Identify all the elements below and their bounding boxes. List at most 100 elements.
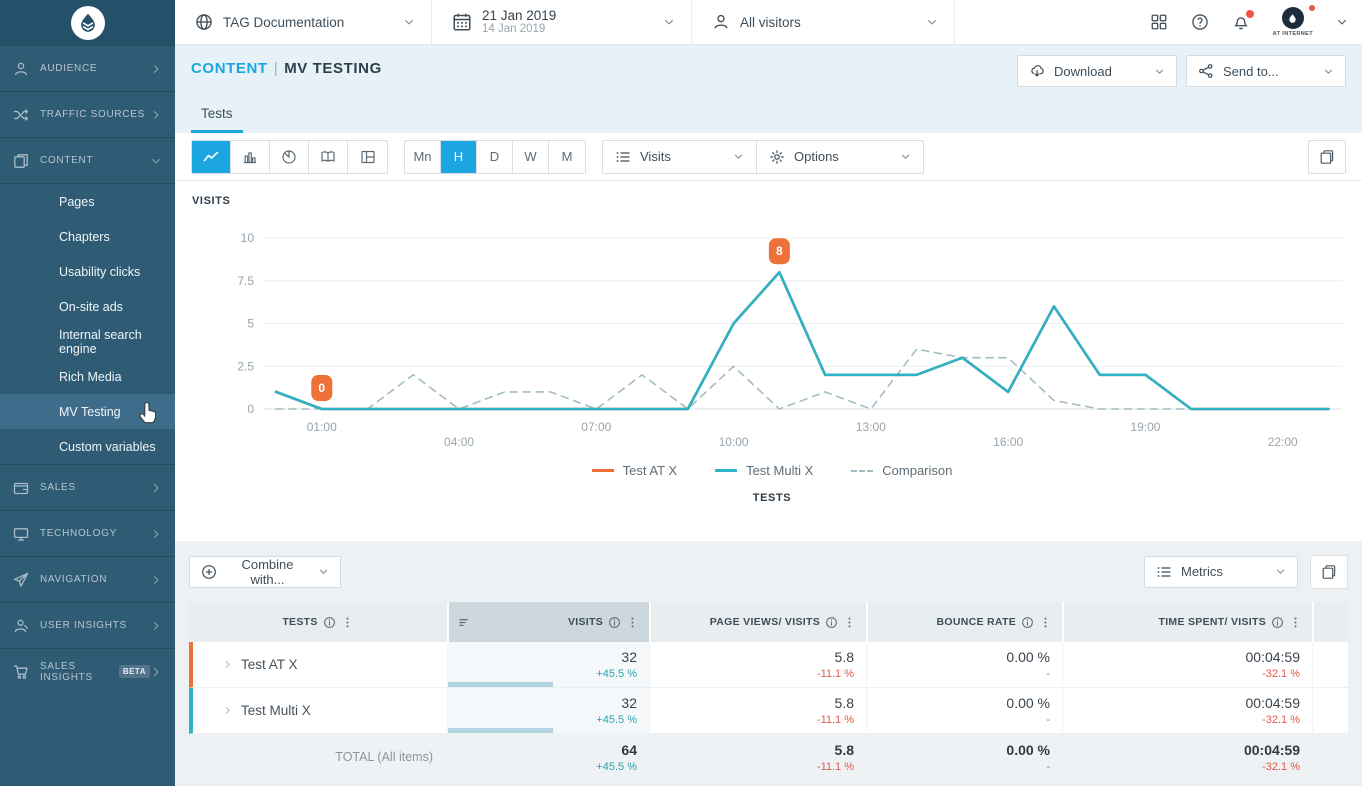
kebab-icon[interactable] xyxy=(843,616,856,629)
legend-label: Comparison xyxy=(882,463,952,478)
chevron-right-icon[interactable] xyxy=(222,659,233,670)
sidebar-item-label: SALES xyxy=(40,482,76,493)
table-row-test-multi-x[interactable]: Test Multi X32+45.5 %5.8-11.1 %0.00 %-00… xyxy=(189,688,1348,734)
granularity-group: MnHDWM xyxy=(404,140,586,174)
sidebar-item-user-insights[interactable]: USER INSIGHTS xyxy=(0,602,175,648)
sidebar-item-traffic-sources[interactable]: TRAFFIC SOURCES xyxy=(0,91,175,137)
combine-with-button[interactable]: Combine with... xyxy=(189,556,341,588)
chevron-right-icon[interactable] xyxy=(222,705,233,716)
total-time-spent-visits: 00:04:59-32.1 % xyxy=(1062,734,1312,780)
series-comparison[interactable] xyxy=(276,349,1328,409)
options-dropdown[interactable]: Options xyxy=(757,141,923,173)
column-header-page-views-visits[interactable]: PAGE VIEWS/ VISITS xyxy=(649,602,866,642)
export-table-button[interactable] xyxy=(1310,555,1348,589)
legend-item-test-at-x[interactable]: Test AT X xyxy=(592,463,677,478)
sidebar-item-technology[interactable]: TECHNOLOGY xyxy=(0,510,175,556)
series-test-multi-x[interactable] xyxy=(276,272,1328,409)
info-icon[interactable] xyxy=(323,616,336,629)
sidebar-subitem-rich-media[interactable]: Rich Media xyxy=(0,359,175,394)
series-test-at-x[interactable] xyxy=(276,272,1328,409)
sidebar-item-navigation[interactable]: NAVIGATION xyxy=(0,556,175,602)
chart-type-pie-button[interactable] xyxy=(270,141,309,173)
info-icon[interactable] xyxy=(825,616,838,629)
row-label-cell[interactable]: Test Multi X xyxy=(189,688,447,734)
sidebar-item-label: NAVIGATION xyxy=(40,574,107,585)
sidebar-item-sales[interactable]: SALES xyxy=(0,464,175,510)
column-header-group: TESTS xyxy=(282,616,353,629)
column-header-bounce-rate[interactable]: BOUNCE RATE xyxy=(866,602,1062,642)
sidebar-nav: AUDIENCETRAFFIC SOURCES CONTENT PagesChapt… xyxy=(0,45,175,694)
row-label: Test Multi X xyxy=(241,703,311,718)
sidebar-item-label: CONTENT xyxy=(40,155,93,166)
chart-type-bar-button[interactable] xyxy=(231,141,270,173)
x-axis-tick: 07:00 xyxy=(581,420,611,434)
brand-logo[interactable] xyxy=(71,6,105,40)
cell-value: 0.00 % xyxy=(1006,695,1050,711)
cell-filler xyxy=(1312,734,1348,780)
breadcrumb-section[interactable]: CONTENT xyxy=(191,60,268,77)
chevron-right-icon xyxy=(150,666,162,678)
info-icon[interactable] xyxy=(608,616,621,629)
data-point-badge-label: 0 xyxy=(318,381,325,395)
row-label-cell[interactable]: Test AT X xyxy=(189,642,447,688)
sidebar: AUDIENCETRAFFIC SOURCES CONTENT PagesChapt… xyxy=(0,0,175,786)
metric-dropdown[interactable]: Visits xyxy=(603,141,757,173)
chart-type-line-button[interactable] xyxy=(192,141,231,173)
sidebar-item-audience[interactable]: AUDIENCE xyxy=(0,45,175,91)
cell-filler xyxy=(1312,688,1348,734)
column-header-visits[interactable]: VISITS xyxy=(447,602,649,642)
info-icon[interactable] xyxy=(1021,616,1034,629)
sidebar-subitem-on-site-ads[interactable]: On-site ads xyxy=(0,289,175,324)
cell-value: 5.8 xyxy=(835,742,854,758)
column-header-tests[interactable]: TESTS xyxy=(189,602,447,642)
sidebar-subitem-custom-variables[interactable]: Custom variables xyxy=(0,429,175,464)
kebab-icon[interactable] xyxy=(341,616,354,629)
granularity-d-button[interactable]: D xyxy=(477,141,513,173)
help-icon[interactable] xyxy=(1191,13,1209,31)
technology-icon xyxy=(13,526,29,542)
chart-type-table-button[interactable] xyxy=(348,141,387,173)
sidebar-subitem-internal-search-engine[interactable]: Internal search engine xyxy=(0,324,175,359)
sidebar-subitem-usability-clicks[interactable]: Usability clicks xyxy=(0,254,175,289)
navigation-icon xyxy=(13,572,29,588)
column-header-label: VISITS xyxy=(568,616,603,628)
sidebar-subitem-pages[interactable]: Pages xyxy=(0,184,175,219)
chevron-down-icon[interactable] xyxy=(1336,16,1348,28)
metrics-dropdown[interactable]: Metrics xyxy=(1144,556,1298,588)
legend-item-comparison[interactable]: Comparison xyxy=(851,463,952,478)
send-to-button[interactable]: Send to... xyxy=(1186,55,1346,87)
chart-type-map-button[interactable] xyxy=(309,141,348,173)
granularity-w-button[interactable]: W xyxy=(513,141,549,173)
legend-label: Test Multi X xyxy=(746,463,813,478)
table-total-row: TOTAL (All items)64+45.5 %5.8-11.1 %0.00… xyxy=(189,734,1348,780)
account-badge xyxy=(1309,5,1315,11)
kebab-icon[interactable] xyxy=(1039,616,1052,629)
granularity-m-button[interactable]: M xyxy=(549,141,585,173)
chevron-right-icon xyxy=(150,620,162,632)
sidebar-subitem-chapters[interactable]: Chapters xyxy=(0,219,175,254)
kebab-icon[interactable] xyxy=(1289,616,1302,629)
account-menu[interactable]: AT INTERNET xyxy=(1273,7,1313,37)
breadcrumb-separator: | xyxy=(274,60,279,77)
legend-item-test-multi-x[interactable]: Test Multi X xyxy=(715,463,813,478)
granularity-mn-button[interactable]: Mn xyxy=(405,141,441,173)
granularity-h-button[interactable]: H xyxy=(441,141,477,173)
cell-delta: +45.5 % xyxy=(596,714,637,726)
download-button[interactable]: Download xyxy=(1017,55,1177,87)
cell-delta: -11.1 % xyxy=(817,761,854,773)
leaf-logo-icon xyxy=(76,11,100,35)
export-chart-button[interactable] xyxy=(1308,140,1346,174)
site-selector[interactable]: TAG Documentation xyxy=(175,0,432,44)
date-range-selector[interactable]: 21 Jan 2019 14 Jan 2019 xyxy=(432,0,692,44)
sidebar-item-sales-insights[interactable]: SALES INSIGHTSBETA xyxy=(0,648,175,694)
column-header-time-spent-visits[interactable]: TIME SPENT/ VISITS xyxy=(1062,602,1312,642)
notifications-bell-icon[interactable] xyxy=(1232,13,1250,31)
sidebar-item-content[interactable]: CONTENT xyxy=(0,137,175,183)
table-row-test-at-x[interactable]: Test AT X32+45.5 %5.8-11.1 %0.00 %-00:04… xyxy=(189,642,1348,688)
kebab-icon[interactable] xyxy=(626,616,639,629)
info-icon[interactable] xyxy=(1271,616,1284,629)
apps-grid-icon[interactable] xyxy=(1150,13,1168,31)
tab-tests[interactable]: Tests xyxy=(191,106,243,133)
visits-chart[interactable]: 02.557.51001:0004:0007:0010:0013:0016:00… xyxy=(192,209,1352,454)
segment-selector[interactable]: All visitors xyxy=(692,0,955,44)
